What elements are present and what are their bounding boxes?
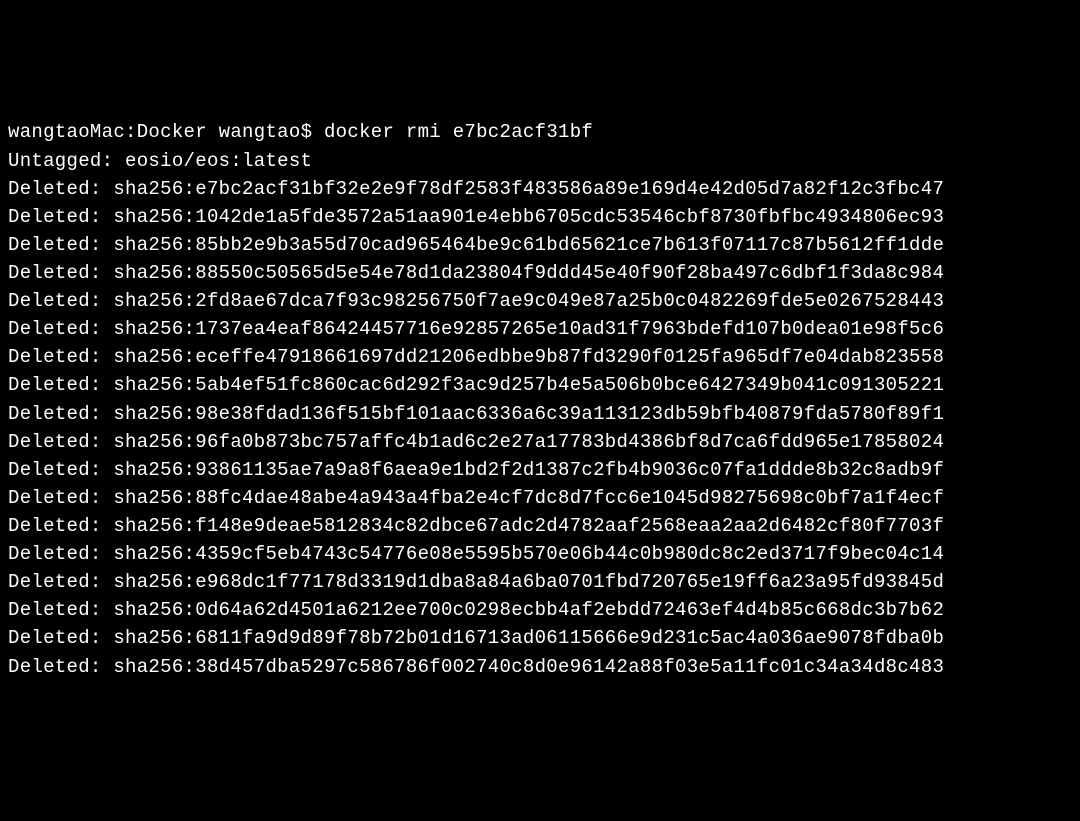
deleted-hash: sha256:88fc4dae48abe4a943a4fba2e4cf7dc8d…: [113, 487, 944, 509]
deleted-hash: sha256:f148e9deae5812834c82dbce67adc2d47…: [113, 515, 944, 537]
deleted-hash: sha256:e7bc2acf31bf32e2e9f78df2583f48358…: [113, 178, 944, 200]
deleted-line: Deleted: sha256:88fc4dae48abe4a943a4fba2…: [8, 484, 1072, 512]
untagged-label: Untagged:: [8, 150, 113, 172]
deleted-label: Deleted:: [8, 459, 102, 481]
deleted-label: Deleted:: [8, 403, 102, 425]
deleted-label: Deleted:: [8, 374, 102, 396]
deleted-line: Deleted: sha256:2fd8ae67dca7f93c98256750…: [8, 287, 1072, 315]
deleted-line: Deleted: sha256:85bb2e9b3a55d70cad965464…: [8, 231, 1072, 259]
deleted-label: Deleted:: [8, 571, 102, 593]
deleted-hash: sha256:98e38fdad136f515bf101aac6336a6c39…: [113, 403, 944, 425]
deleted-label: Deleted:: [8, 431, 102, 453]
deleted-label: Deleted:: [8, 487, 102, 509]
deleted-line: Deleted: sha256:6811fa9d9d89f78b72b01d16…: [8, 624, 1072, 652]
deleted-line: Deleted: sha256:eceffe47918661697dd21206…: [8, 343, 1072, 371]
deleted-label: Deleted:: [8, 262, 102, 284]
deleted-label: Deleted:: [8, 599, 102, 621]
prompt-user: wangtao: [219, 121, 301, 143]
deleted-hash: sha256:2fd8ae67dca7f93c98256750f7ae9c049…: [113, 290, 944, 312]
deleted-hash: sha256:6811fa9d9d89f78b72b01d16713ad0611…: [113, 627, 944, 649]
deleted-hash: sha256:1737ea4eaf86424457716e92857265e10…: [113, 318, 944, 340]
deleted-label: Deleted:: [8, 346, 102, 368]
deleted-label: Deleted:: [8, 234, 102, 256]
deleted-hash: sha256:eceffe47918661697dd21206edbbe9b87…: [113, 346, 944, 368]
prompt-host: wangtaoMac: [8, 121, 125, 143]
deleted-line: Deleted: sha256:5ab4ef51fc860cac6d292f3a…: [8, 371, 1072, 399]
deleted-label: Deleted:: [8, 627, 102, 649]
prompt-line[interactable]: wangtaoMac:Docker wangtao$ docker rmi e7…: [8, 118, 1072, 146]
prompt-path: Docker: [137, 121, 207, 143]
deleted-label: Deleted:: [8, 656, 102, 678]
deleted-line: Deleted: sha256:4359cf5eb4743c54776e08e5…: [8, 540, 1072, 568]
deleted-hash: sha256:4359cf5eb4743c54776e08e5595b570e0…: [113, 543, 944, 565]
deleted-hash: sha256:1042de1a5fde3572a51aa901e4ebb6705…: [113, 206, 944, 228]
deleted-hash: sha256:38d457dba5297c586786f002740c8d0e9…: [113, 656, 944, 678]
deleted-line: Deleted: sha256:f148e9deae5812834c82dbce…: [8, 512, 1072, 540]
deleted-label: Deleted:: [8, 290, 102, 312]
deleted-line: Deleted: sha256:38d457dba5297c586786f002…: [8, 653, 1072, 681]
deleted-line: Deleted: sha256:88550c50565d5e54e78d1da2…: [8, 259, 1072, 287]
deleted-hash: sha256:93861135ae7a9a8f6aea9e1bd2f2d1387…: [113, 459, 944, 481]
deleted-line: Deleted: sha256:e7bc2acf31bf32e2e9f78df2…: [8, 175, 1072, 203]
deleted-line: Deleted: sha256:1737ea4eaf86424457716e92…: [8, 315, 1072, 343]
deleted-line: Deleted: sha256:0d64a62d4501a6212ee700c0…: [8, 596, 1072, 624]
deleted-hash: sha256:85bb2e9b3a55d70cad965464be9c61bd6…: [113, 234, 944, 256]
deleted-hash: sha256:e968dc1f77178d3319d1dba8a84a6ba07…: [113, 571, 944, 593]
prompt-symbol: $: [301, 121, 313, 143]
deleted-line: Deleted: sha256:96fa0b873bc757affc4b1ad6…: [8, 428, 1072, 456]
deleted-label: Deleted:: [8, 178, 102, 200]
command-text: docker rmi e7bc2acf31bf: [324, 121, 593, 143]
untagged-value: eosio/eos:latest: [125, 150, 312, 172]
deleted-label: Deleted:: [8, 318, 102, 340]
deleted-label: Deleted:: [8, 515, 102, 537]
deleted-hash: sha256:88550c50565d5e54e78d1da23804f9ddd…: [113, 262, 944, 284]
untagged-line: Untagged: eosio/eos:latest: [8, 147, 1072, 175]
terminal-output: wangtaoMac:Docker wangtao$ docker rmi e7…: [8, 118, 1072, 680]
deleted-line: Deleted: sha256:98e38fdad136f515bf101aac…: [8, 400, 1072, 428]
deleted-line: Deleted: sha256:1042de1a5fde3572a51aa901…: [8, 203, 1072, 231]
deleted-hash: sha256:96fa0b873bc757affc4b1ad6c2e27a177…: [113, 431, 944, 453]
deleted-label: Deleted:: [8, 206, 102, 228]
deleted-label: Deleted:: [8, 543, 102, 565]
deleted-hash: sha256:5ab4ef51fc860cac6d292f3ac9d257b4e…: [113, 374, 944, 396]
deleted-hash: sha256:0d64a62d4501a6212ee700c0298ecbb4a…: [113, 599, 944, 621]
deleted-line: Deleted: sha256:e968dc1f77178d3319d1dba8…: [8, 568, 1072, 596]
deleted-line: Deleted: sha256:93861135ae7a9a8f6aea9e1b…: [8, 456, 1072, 484]
